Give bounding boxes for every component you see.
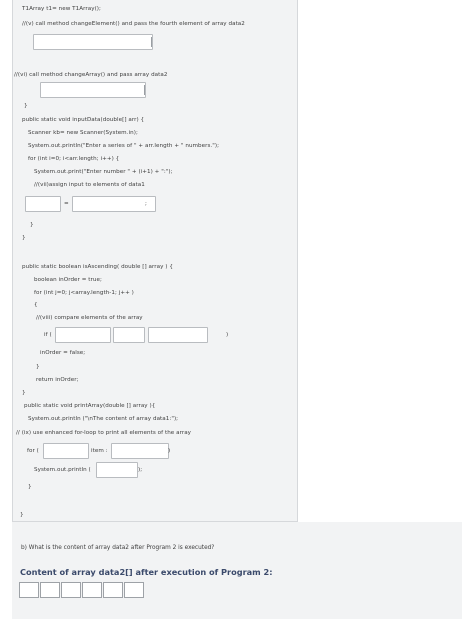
code-if-close: ) [226,332,229,338]
answer-cell-input-3[interactable] [62,589,80,604]
code-line-return-inorder: return inOrder; [36,377,79,383]
code-println-open: System.out.println ( [34,467,91,473]
code-line-close-brace: } [22,390,26,396]
answer-field-vii-left[interactable] [25,196,61,218]
answer-cell-2[interactable] [40,582,60,604]
code-if-open: if ( [44,332,52,338]
answer-cell-1[interactable] [19,582,39,604]
code-item-colon: item : [91,448,108,454]
answer-input-vii-left[interactable] [26,203,60,218]
answer-field-ix-type[interactable] [43,443,89,465]
resize-handle [144,85,145,95]
answer-input-vii-right[interactable] [73,203,155,218]
answer-field-viii-left[interactable] [55,327,111,349]
code-line-inorder-init: boolean inOrder = true; [34,277,102,283]
question-b-text: b) What is the content of array data2 af… [21,545,215,551]
answer-field-v[interactable] [33,34,153,56]
comment-assign-input: //(vii)assign input to elements of data1 [34,182,145,188]
answer-field-ix-array[interactable] [111,443,169,465]
comment-change-element: //(v) call method changeElement() and pa… [22,21,245,27]
answer-cells-row [19,582,144,604]
code-line-for-j: for (int j=0; j<array.length-1; j++ ) [34,290,134,296]
answer-input-viii-operator[interactable] [114,334,144,349]
code-line-inputdata-signature: public static void inputData(double[] ar… [22,117,145,123]
answer-field-viii-right[interactable] [148,327,208,349]
answer-input-viii-right[interactable] [149,334,207,349]
answer-cell-input-4[interactable] [83,589,101,604]
answer-field-ix-print[interactable] [96,462,138,484]
code-line-close-brace: } [20,512,24,518]
code-line-println-content: System.out.println ("\nThe content of ar… [28,416,179,422]
answer-heading: Content of array data2[] after execution… [20,567,273,577]
answer-field-viii-operator[interactable] [113,327,145,349]
comment-enhanced-for: // (ix) use enhanced for-loop to print a… [16,430,192,436]
assign-operator: = [64,201,69,207]
code-line-println-series: System.out.println("Enter a series of " … [28,143,220,149]
code-for-open: for ( [27,448,39,454]
answer-cell-3[interactable] [61,582,81,604]
code-println-close: ); [138,467,143,473]
code-line-t1array: T1Array t1= new T1Array(); [22,6,101,12]
answer-input-ix-type[interactable] [44,450,88,465]
code-line-for-loop: for (int i=0; i<arr.length; i++) { [28,156,120,162]
answer-input-ix-print[interactable] [97,469,137,484]
answer-input-viii-left[interactable] [56,334,110,349]
code-line-close-brace: } [28,484,32,490]
answer-field-vii-right[interactable] [72,196,156,218]
code-line-close-brace: } [30,222,34,228]
code-for-close: ) [168,448,171,454]
code-line-scanner: Scanner kb= new Scanner(System.in); [28,130,138,136]
code-line-inorder-false: inOrder = false; [40,350,86,356]
code-line-print-number: System.out.print("Enter number " + (i+1)… [34,169,173,175]
answer-cell-5[interactable] [103,582,123,604]
resize-handle [151,37,152,47]
comment-change-array: //(vi) call method changeArray() and pas… [14,72,168,78]
code-line-open-brace: { [34,302,38,308]
code-line-close-brace: } [22,235,26,241]
code-line-close-brace: } [24,103,28,109]
answer-cell-input-2[interactable] [41,589,59,604]
semicolon: ; [145,201,147,207]
answer-input-v[interactable] [34,41,152,56]
answer-cell-4[interactable] [82,582,102,604]
code-line-isascending-signature: public static boolean isAscending( doubl… [22,264,173,270]
answer-cell-input-6[interactable] [125,589,143,604]
answer-cell-input-1[interactable] [20,589,38,604]
code-line-printarray-signature: public static void printArray(double [] … [24,403,156,409]
answer-field-vi[interactable] [40,82,146,104]
answer-input-vi[interactable] [41,89,145,104]
code-line-close-brace: } [36,364,40,370]
answer-cell-input-5[interactable] [104,589,122,604]
comment-compare-elements: //(viii) compare elements of the array [36,315,143,321]
answer-cell-6[interactable] [124,582,144,604]
